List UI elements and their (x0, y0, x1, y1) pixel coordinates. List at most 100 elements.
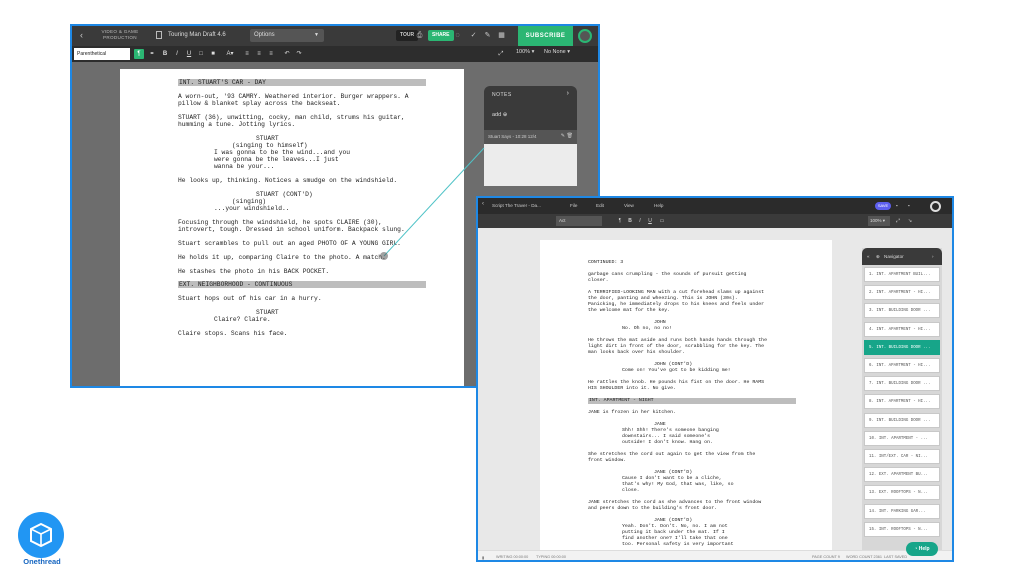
navigator-item[interactable]: 8. INT. APARTMENT - HI... (864, 394, 940, 410)
action-line[interactable]: humming a tune. Jotting lyrics. (178, 121, 295, 128)
bold-button[interactable]: B (160, 49, 170, 59)
navigator-item[interactable]: 7. INT. BUILDING DOOR ... (864, 376, 940, 392)
underline-button[interactable]: U (184, 49, 194, 59)
color-white-swatch[interactable]: □ (196, 49, 206, 59)
bold-button[interactable]: B (626, 217, 634, 225)
underline-button[interactable]: U (646, 217, 654, 225)
font-size-select[interactable]: A▾ (222, 49, 238, 59)
navigator-item[interactable]: 5. INT. BUILDING DOOR ... (864, 339, 940, 355)
action-line[interactable]: pillow & blanket splay across the backse… (178, 100, 341, 107)
align-center-icon[interactable]: ≡ (254, 49, 264, 59)
menu-edit[interactable]: Edit (596, 203, 604, 208)
action-line[interactable]: garbage cans crumpling - the sounds of p… (588, 272, 746, 278)
action-line[interactable]: JANE is frozen in her kitchen. (588, 410, 676, 416)
share-button[interactable]: SHARE (428, 30, 454, 41)
user-avatar[interactable] (578, 29, 592, 43)
revision-select[interactable]: No None ▾ (544, 49, 570, 55)
link-icon[interactable]: ⚭ (147, 49, 157, 59)
export-icon[interactable]: ⎙ (414, 30, 425, 41)
note-body[interactable] (484, 144, 577, 186)
menu-file[interactable]: File (570, 203, 577, 208)
action-line[interactable]: introvert, tough. Dressed in school unif… (178, 226, 405, 233)
dialogue-line[interactable]: outside! I don't know. Hang on. (622, 440, 713, 446)
collapse-icon[interactable]: « (867, 254, 870, 259)
navigator-item[interactable]: 14. INT. PARKING GAR... (864, 503, 940, 519)
check-icon[interactable]: ✓ (468, 30, 479, 41)
undo-icon[interactable]: ↶ (282, 49, 292, 59)
expand-icon[interactable]: ⤢ (496, 49, 506, 59)
zoom-select[interactable]: 100% ▾ (868, 216, 890, 226)
dialogue-line[interactable]: close. (622, 488, 640, 494)
action-line[interactable]: man looks back over his shoulder. (588, 350, 685, 356)
scene-heading[interactable]: INT. STUART'S CAR - DAY (178, 79, 426, 86)
navigator-item[interactable]: 1. INT. APARTMENT BUIL... (864, 267, 940, 282)
help-button[interactable]: ◔ Help (906, 542, 938, 556)
italic-button[interactable]: I (172, 49, 182, 59)
zoom-select[interactable]: 100% ▾ (516, 49, 534, 55)
navigator-item[interactable]: 12. EXT. APARTMENT BU... (864, 467, 940, 483)
collapse-icon[interactable]: ↘ (906, 217, 914, 225)
trash-icon[interactable]: 🗑 (567, 133, 573, 139)
back-chevron-icon[interactable]: ‹ (482, 201, 484, 207)
script-page[interactable]: INT. STUART'S CAR - DAY A worn-out, '93 … (120, 69, 464, 386)
add-note-button[interactable]: add ⊕ (492, 112, 507, 118)
action-line[interactable]: the welcome mat for the key. (588, 308, 670, 314)
dialogue-line[interactable]: Come on! You've got to be kidding me! (622, 368, 731, 374)
action-line[interactable]: front window. (588, 458, 626, 464)
menu-help[interactable]: Help (654, 203, 663, 208)
chevron-right-icon[interactable]: › (932, 254, 934, 259)
align-right-icon[interactable]: ≡ (266, 49, 276, 59)
dialogue-line[interactable]: too. Personal safety is very important (622, 542, 734, 548)
color-black-swatch[interactable]: ■ (208, 49, 218, 59)
navigator-item[interactable]: 11. INT/EXT. CAR - NI... (864, 449, 940, 464)
element-type-select[interactable]: Parenthetical (74, 48, 130, 60)
redo-icon[interactable]: ↷ (294, 49, 304, 59)
action-line[interactable]: and peers down to the building's front d… (588, 506, 717, 512)
element-type-select[interactable]: Act (556, 216, 602, 226)
navigator-item[interactable]: 4. INT. APARTMENT - HI... (864, 321, 940, 337)
navigator-item[interactable]: 9. INT. BUILDING DOOR ... (864, 412, 940, 428)
dialogue-line[interactable]: No. Oh no, no no! (622, 326, 672, 332)
grid-icon[interactable]: ▦ (496, 30, 507, 41)
comment-icon[interactable]: ▭ (658, 217, 666, 225)
menu-view[interactable]: View (624, 203, 634, 208)
action-line[interactable]: Stuart scrambles to pull out an aged PHO… (178, 240, 401, 247)
document-title[interactable]: Script The Traver - Da... (492, 203, 541, 208)
paragraph-icon[interactable]: ¶ (134, 49, 144, 59)
script-page[interactable]: CONTINUED: 3 garbage cans crumpling - th… (540, 240, 832, 552)
edit-icon[interactable]: ✎ (561, 133, 565, 139)
navigator-item[interactable]: 10. INT. APARTMENT - ... (864, 430, 940, 446)
settings-icon[interactable]: ▪ (908, 203, 910, 208)
expand-icon[interactable]: ⤢ (894, 217, 902, 225)
action-line[interactable]: He holds it up, comparing Claire to the … (178, 254, 386, 261)
comment-icon[interactable]: ◌ (452, 30, 463, 41)
action-line[interactable]: Stuart hops out of his car in a hurry. (178, 295, 322, 302)
dialogue-line[interactable]: Claire? Claire. (214, 316, 271, 323)
note-item[interactable]: Stuart Says - 10:28 12/4 ✎ 🗑 (484, 130, 577, 144)
action-line[interactable]: He stashes the photo in his BACK POCKET. (178, 268, 329, 275)
chevron-right-icon[interactable]: › (567, 90, 569, 97)
scene-heading[interactable]: EXT. NEIGHBORHOOD - CONTINUOUS (178, 281, 426, 288)
paragraph-icon[interactable]: ¶ (616, 217, 624, 225)
save-button[interactable]: SAVE (875, 202, 891, 210)
action-line[interactable]: closer. (588, 278, 609, 284)
italic-button[interactable]: I (636, 217, 644, 225)
scene-heading[interactable]: INT. APARTMENT - NIGHT (588, 398, 796, 404)
user-avatar[interactable] (930, 201, 941, 212)
share-icon[interactable]: ▪ (896, 203, 898, 208)
subscribe-button[interactable]: SUBSCRIBE (518, 26, 573, 46)
options-dropdown[interactable]: Options ▼ (250, 29, 324, 42)
dialogue-line[interactable]: wanna be your... (214, 163, 274, 170)
back-chevron-icon[interactable]: ‹ (80, 30, 83, 40)
navigator-item[interactable]: 15. INT. ROOFTOPS - N... (864, 521, 940, 537)
edit-icon[interactable]: ✎ (482, 30, 493, 41)
navigator-item[interactable]: 6. INT. APARTMENT - HI... (864, 358, 940, 373)
action-line[interactable]: He looks up, thinking. Notices a smudge … (178, 177, 397, 184)
action-line[interactable]: Claire stops. Scans his face. (178, 330, 288, 337)
action-line[interactable]: HIS SHOULDER into it. No give. (588, 386, 676, 392)
dialogue-line[interactable]: ...your windshield.. (214, 205, 290, 212)
document-title[interactable]: Touring Man Draft 4.6 (168, 32, 226, 38)
navigator-item[interactable]: 2. INT. APARTMENT - HI... (864, 285, 940, 301)
navigator-item[interactable]: 13. EXT. ROOFTOPS - N... (864, 485, 940, 501)
navigator-item[interactable]: 3. INT. BUILDING DOOR ... (864, 303, 940, 319)
